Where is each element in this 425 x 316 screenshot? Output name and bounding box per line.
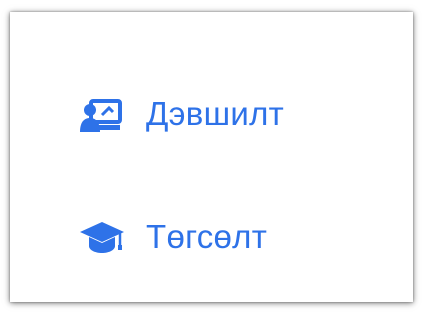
graduation-cap-icon bbox=[78, 217, 126, 257]
menu-item-label: Дэвшилт bbox=[146, 95, 285, 132]
menu-card: Дэвшилт Төгсөлт bbox=[10, 12, 413, 302]
menu-item-promotion[interactable]: Дэвшилт bbox=[10, 84, 413, 144]
menu-item-graduation[interactable]: Төгсөлт bbox=[10, 207, 413, 267]
presentation-icon bbox=[78, 94, 126, 134]
menu-item-label: Төгсөлт bbox=[146, 218, 268, 255]
